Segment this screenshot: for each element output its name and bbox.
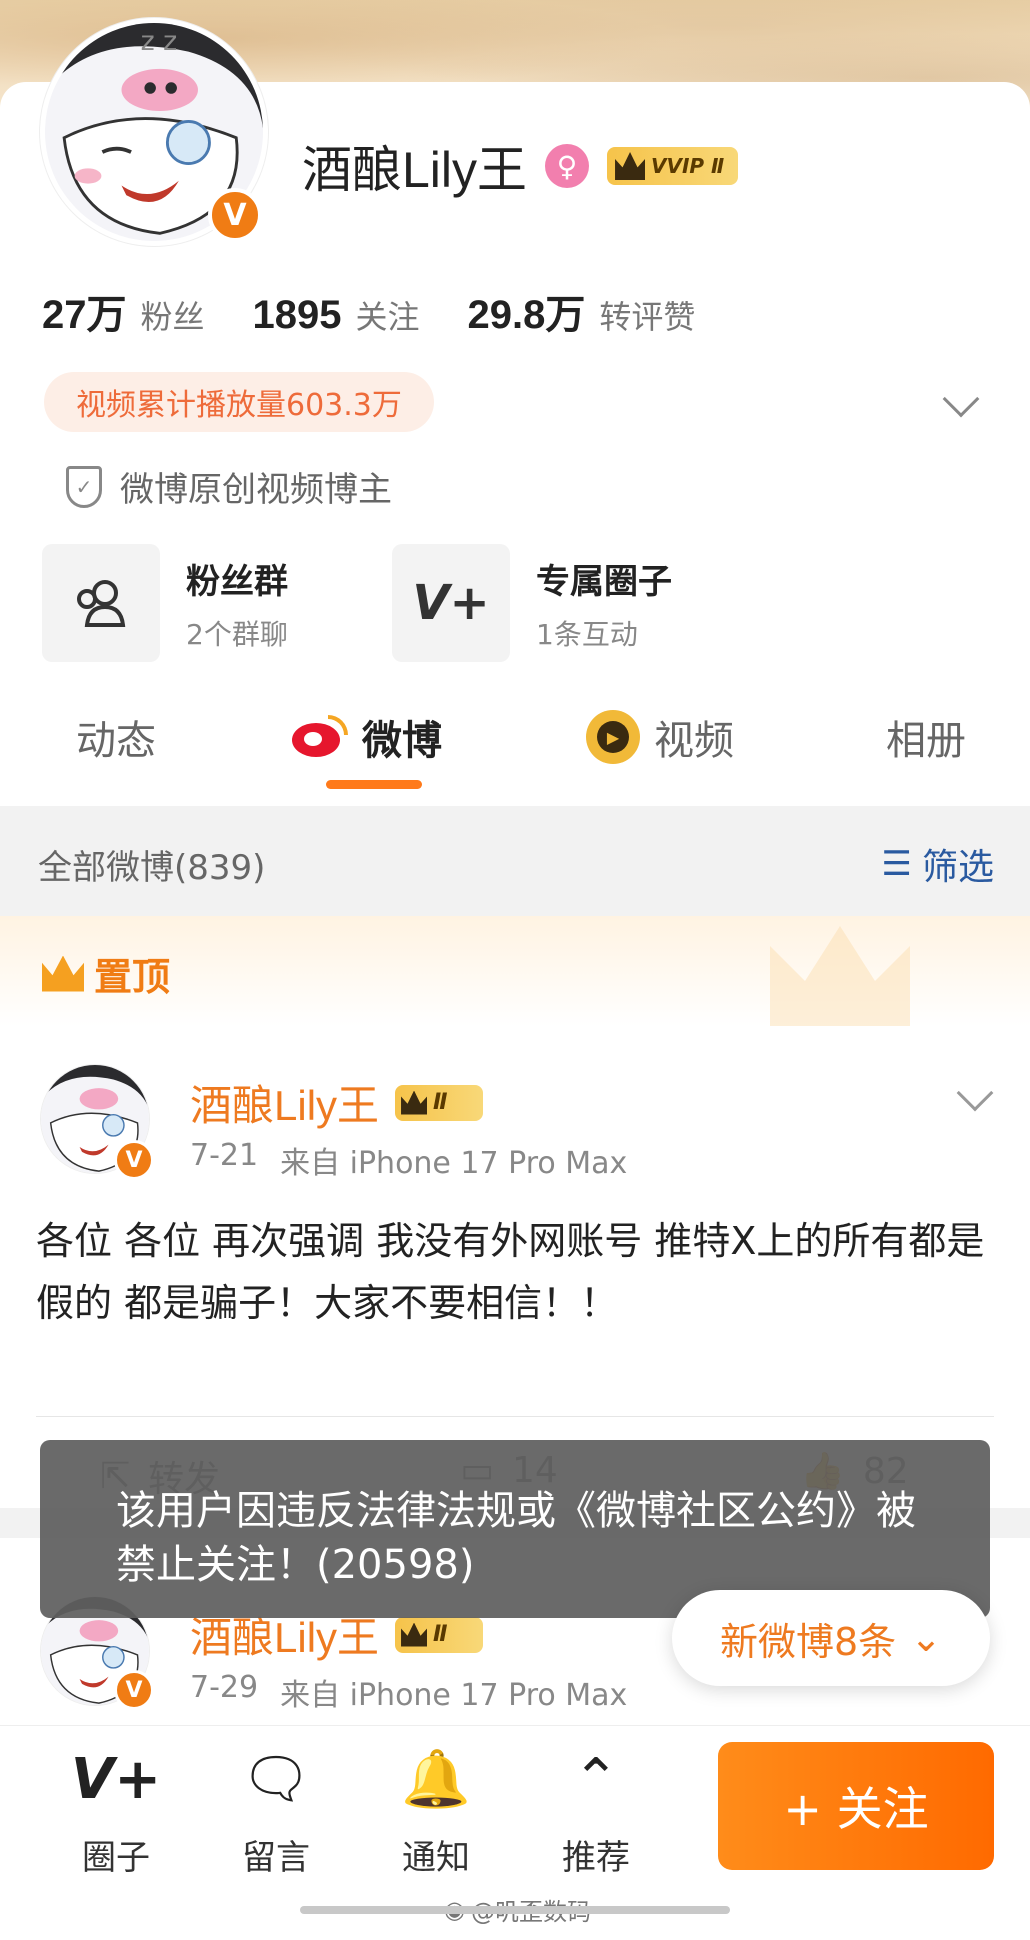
crown-icon (42, 955, 84, 992)
double-chevron-down-icon: ⌄ (910, 1616, 943, 1660)
creator-badge-label: 微博原创视频博主 (120, 470, 392, 510)
filter-button[interactable]: ☰ 筛选 (882, 838, 995, 890)
profile-tabs: 动态 微博 ▶ 视频 相册 (0, 690, 1030, 800)
tile-title: 粉丝群 (186, 561, 288, 602)
video-play-icon: ▶ (586, 710, 640, 764)
new-posts-pill[interactable]: 新微博8条 ⌄ (672, 1590, 990, 1686)
vvip-badge[interactable]: VVIP Ⅱ (607, 147, 739, 185)
all-posts-count[interactable]: 全部微博(839) (38, 840, 265, 889)
nav-recommend[interactable]: ⌃ 推荐 (536, 1744, 656, 1879)
post-source: 来自 iPhone 17 Pro Max (280, 1146, 628, 1181)
post-text: 各位 各位 再次强调 我没有外网账号 推特X上的所有都是假的 都是骗子！大家不要… (36, 1219, 985, 1325)
crown-icon (401, 1622, 428, 1647)
vip-level: Ⅱ (433, 1622, 448, 1647)
toast-message: 该用户因违反法律法规或《微博社区公约》被禁止关注！(20598) (116, 1488, 916, 1588)
tab-weibo[interactable]: 微博 (292, 708, 442, 766)
tile-title: 专属圈子 (536, 561, 672, 602)
post-author-row: 酒酿Lily王 Ⅱ (190, 1072, 484, 1133)
nav-circle[interactable]: V+ 圈子 (56, 1744, 176, 1879)
stat-number: 29.8万 (467, 293, 586, 337)
tab-label: 视频 (654, 718, 734, 764)
stat-label: 粉丝 (140, 298, 205, 336)
home-indicator[interactable] (300, 1906, 730, 1914)
nav-label: 通知 (402, 1838, 470, 1878)
group-icon (42, 544, 160, 662)
female-icon: ♀ (545, 144, 590, 188)
nav-message[interactable]: 🗨 留言 (216, 1744, 336, 1879)
tab-album[interactable]: 相册 (886, 708, 966, 766)
divider (36, 1416, 994, 1417)
post-date: 7-29 (190, 1670, 259, 1705)
exclusive-circle-tile[interactable]: V+ 专属圈子 1条互动 (392, 544, 672, 662)
tab-label: 动态 (76, 718, 156, 764)
vip-badge[interactable]: Ⅱ (395, 1084, 484, 1121)
chevron-up-circle-icon: ⌃ (572, 1746, 620, 1812)
verified-badge: V (208, 188, 262, 242)
weibo-logo-icon (292, 715, 348, 759)
svg-text:z z: z z (141, 26, 178, 57)
tile-subtitle: 1条互动 (536, 617, 638, 651)
vip-level: Ⅱ (433, 1090, 448, 1115)
filter-label: 筛选 (921, 847, 994, 888)
tile-subtitle: 2个群聊 (186, 617, 288, 651)
verified-badge: V (114, 1670, 154, 1710)
pinned-label: 置顶 (42, 946, 170, 1001)
bottom-action-bar: V+ 圈子 🗨 留言 🔔 通知 ⌃ 推荐 + 关注 ◉ @叽歪数码 (0, 1726, 1030, 1940)
verified-badge: V (114, 1140, 154, 1180)
nav-label: 推荐 (562, 1838, 630, 1878)
crown-icon (615, 152, 646, 180)
follow-button[interactable]: + 关注 (718, 1742, 994, 1870)
circle-v-icon: V+ (392, 544, 510, 662)
circle-v-icon: V+ (70, 1746, 162, 1812)
tab-video[interactable]: ▶ 视频 (586, 708, 734, 766)
shield-icon: ✓ (66, 465, 102, 508)
tab-label: 微博 (362, 718, 442, 764)
stat-interactions[interactable]: 29.8万 转评赞 (468, 282, 696, 340)
vvip-label: VVIP Ⅱ (651, 154, 725, 178)
pinned-header: 置顶 (0, 916, 1030, 1026)
vip-badge[interactable]: Ⅱ (395, 1616, 484, 1653)
stat-label: 转评赞 (599, 298, 696, 336)
stat-label: 关注 (355, 298, 420, 336)
video-plays-pill[interactable]: 视频累计播放量603.3万 (44, 372, 434, 432)
stat-following[interactable]: 1895 关注 (253, 292, 420, 338)
stat-number: 27万 (42, 293, 127, 337)
tab-feed[interactable]: 动态 (76, 708, 156, 766)
post-source: 来自 iPhone 17 Pro Max (280, 1678, 628, 1713)
post-menu-chevron-icon[interactable] (956, 1074, 994, 1112)
profile-name-row: 酒酿Lily王 ♀ VVIP Ⅱ (302, 130, 739, 202)
filter-bar: 全部微博(839) ☰ 筛选 (0, 806, 1030, 916)
active-tab-indicator (326, 780, 422, 789)
pinned-text: 置顶 (94, 955, 171, 999)
tab-label: 相册 (886, 718, 966, 764)
post-author-name[interactable]: 酒酿Lily王 (190, 1072, 379, 1133)
nav-label: 圈子 (82, 1838, 150, 1878)
filter-icon: ☰ (881, 844, 912, 884)
stat-number: 1895 (252, 293, 342, 337)
profile-stats: 27万 粉丝 1895 关注 29.8万 转评赞 (42, 282, 695, 340)
profile-name: 酒酿Lily王 (302, 142, 528, 198)
bell-icon: 🔔 (401, 1747, 471, 1812)
crown-icon (401, 1090, 428, 1115)
new-posts-label: 新微博8条 (719, 1619, 897, 1664)
post-meta: 7-21 来自 iPhone 17 Pro Max (190, 1138, 627, 1182)
creator-badge-row[interactable]: ✓ 微博原创视频博主 (66, 462, 392, 511)
message-icon: 🗨 (240, 1747, 312, 1812)
nav-label: 留言 (242, 1838, 310, 1878)
stat-fans[interactable]: 27万 粉丝 (42, 282, 205, 340)
nav-notify[interactable]: 🔔 通知 (376, 1744, 496, 1879)
post-date: 7-21 (190, 1138, 259, 1173)
decorative-crown-icon (770, 926, 910, 1026)
fan-group-tile[interactable]: 粉丝群 2个群聊 (42, 544, 288, 662)
post-meta: 7-29 来自 iPhone 17 Pro Max (190, 1670, 627, 1714)
